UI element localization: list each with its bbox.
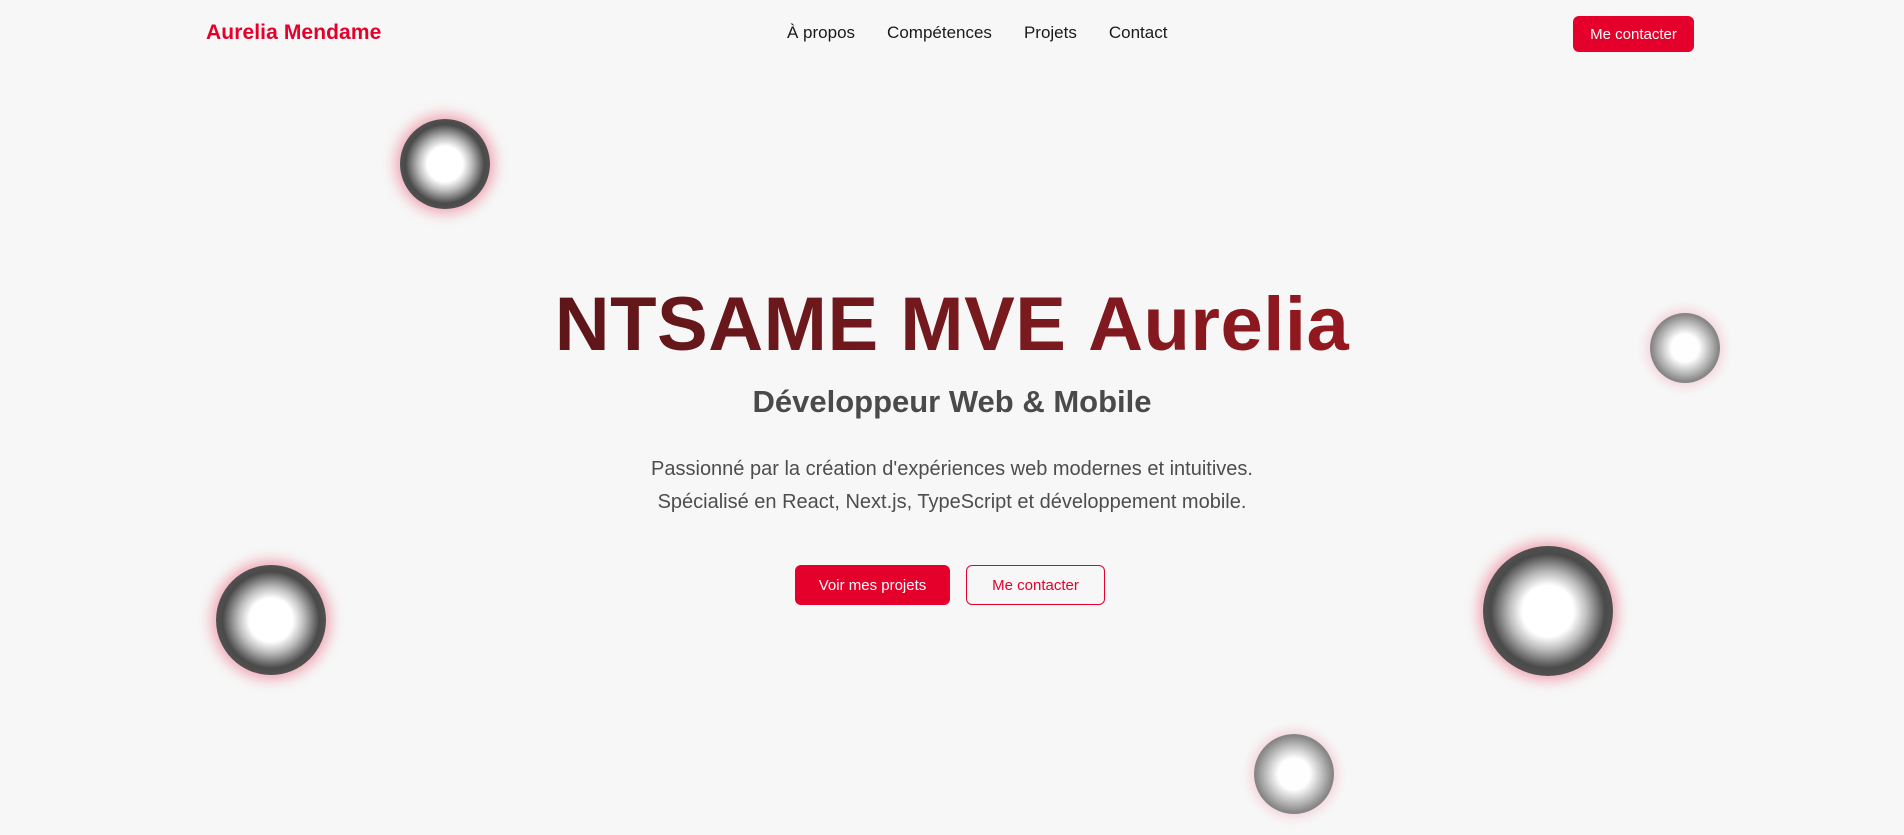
nav-links: À propos Compétences Projets Contact [787, 23, 1167, 43]
hero-description: Passionné par la création d'expériences … [0, 453, 1904, 519]
contact-me-button[interactable]: Me contacter [966, 565, 1105, 605]
hero-title-word: MVE [900, 282, 1067, 367]
brand-logo-link[interactable]: Aurelia Mendame [206, 21, 381, 45]
view-projects-button[interactable]: Voir mes projets [795, 565, 950, 605]
nav-link-contact[interactable]: Contact [1109, 23, 1168, 43]
hero-subtitle: Développeur Web & Mobile [752, 384, 1152, 419]
decorative-orb [216, 565, 326, 675]
hero-title-word: Aurelia [1088, 282, 1350, 367]
top-navbar: Aurelia Mendame À propos Compétences Pro… [0, 0, 1904, 68]
portfolio-page: Aurelia Mendame À propos Compétences Pro… [0, 0, 1904, 835]
hero-description-line: Spécialisé en React, Next.js, TypeScript… [657, 491, 1247, 513]
decorative-orb [1483, 546, 1613, 676]
nav-contact-button[interactable]: Me contacter [1573, 16, 1694, 52]
decorative-orb [1254, 734, 1334, 814]
hero-title: NTSAME MVE Aurelia [0, 282, 1904, 368]
hero-title-word: NTSAME [554, 282, 879, 367]
decorative-orb [400, 119, 490, 209]
nav-link-projects[interactable]: Projets [1024, 23, 1077, 43]
nav-link-about[interactable]: À propos [787, 23, 855, 43]
hero-button-group: Voir mes projets Me contacter [795, 565, 1105, 605]
nav-link-skills[interactable]: Compétences [887, 23, 992, 43]
hero-description-line: Passionné par la création d'expériences … [651, 458, 1253, 480]
